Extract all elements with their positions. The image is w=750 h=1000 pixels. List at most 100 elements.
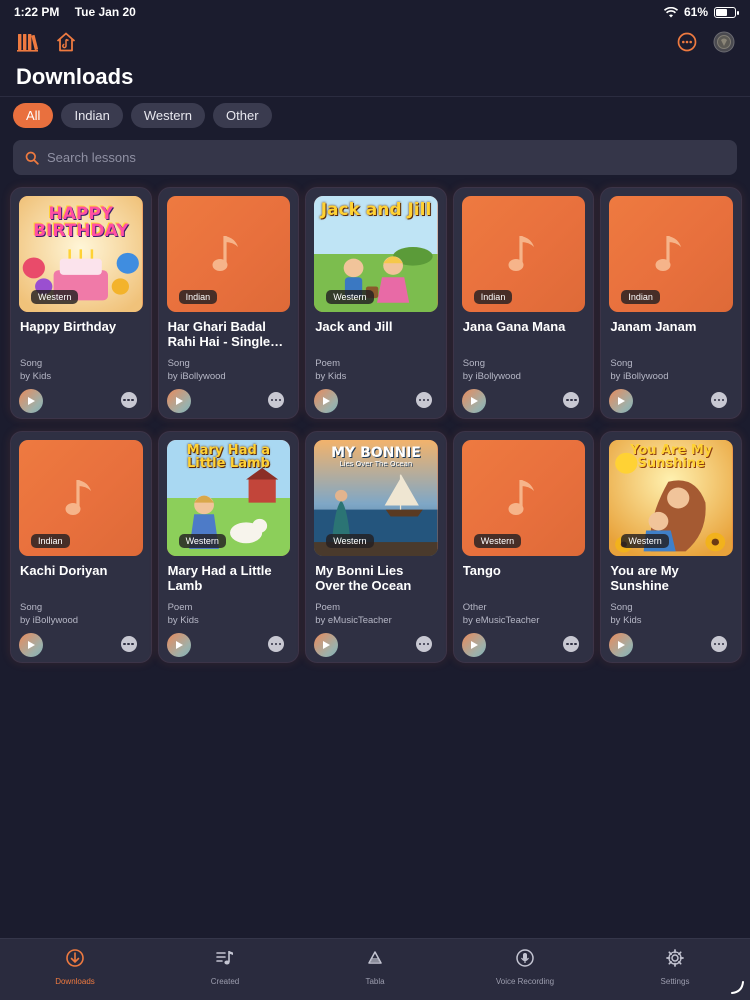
- more-options-button[interactable]: [268, 392, 285, 408]
- lesson-card[interactable]: MY BONNIE Lies Over The Ocean Western My Bo…: [305, 431, 447, 663]
- cover-title-text: Jack and Jill: [320, 200, 432, 220]
- lesson-card[interactable]: Jack and Jill Western Jack and Jill Poem by …: [305, 187, 447, 419]
- play-button[interactable]: [314, 389, 339, 413]
- category-badge: Western: [473, 534, 522, 548]
- microphone-icon: [515, 948, 535, 973]
- toolbar: [0, 30, 750, 56]
- play-icon: [470, 641, 478, 649]
- lesson-title: You are My Sunshine: [610, 563, 679, 593]
- play-icon: [618, 641, 626, 649]
- play-icon: [618, 397, 626, 405]
- lesson-artwork: Indian: [461, 196, 586, 312]
- lesson-author: by Kids: [315, 371, 347, 382]
- play-button[interactable]: [19, 633, 43, 657]
- divider: [0, 96, 750, 97]
- lesson-card[interactable]: Western Tango Other by eMusicTeacher: [452, 431, 595, 663]
- status-date: Tue Jan 20: [74, 5, 136, 19]
- lesson-card[interactable]: You Are My Sunshine Western You are My Sun…: [600, 431, 742, 663]
- tab-settings[interactable]: Settings: [600, 939, 750, 1000]
- filter-chip-indian[interactable]: Indian: [61, 103, 123, 128]
- category-badge: Western: [326, 534, 374, 548]
- play-button[interactable]: [314, 633, 339, 657]
- category-badge: Indian: [473, 290, 513, 304]
- more-options-button[interactable]: [563, 636, 580, 652]
- filter-chip-western[interactable]: Western: [130, 103, 206, 128]
- tab-label: Voice Recording: [495, 977, 555, 986]
- lesson-type: Poem: [315, 358, 341, 369]
- lesson-card[interactable]: Mary Had a Little Lamb Western Mary Had a …: [157, 431, 300, 663]
- lesson-artwork: Mary Had a Little Lamb Western: [166, 440, 291, 556]
- tabla-icon: [365, 948, 385, 973]
- lesson-card[interactable]: Indian Jana Gana Mana Song by iBollywood: [452, 187, 595, 419]
- lesson-card[interactable]: Indian Har Ghari Badal Rahi Hai - Single……: [157, 187, 300, 419]
- lesson-author: by iBollywood: [462, 371, 521, 382]
- play-button[interactable]: [166, 633, 191, 657]
- more-options-button[interactable]: [120, 636, 137, 652]
- lesson-type: Song: [20, 602, 43, 613]
- more-options-button[interactable]: [711, 392, 727, 408]
- tab-voice-recording[interactable]: Voice Recording: [450, 939, 600, 1000]
- tab-label: Tabla: [365, 977, 385, 986]
- play-icon: [323, 641, 331, 649]
- tab-downloads[interactable]: Downloads: [0, 939, 150, 1000]
- avatar[interactable]: [712, 30, 736, 54]
- music-list-icon: [215, 948, 235, 973]
- lesson-card[interactable]: HAPPY BIRTHDAY Western Happy Birthday Song b…: [10, 187, 152, 419]
- more-options-button[interactable]: [563, 392, 580, 408]
- play-icon: [470, 397, 478, 405]
- more-options-button[interactable]: [711, 636, 727, 652]
- lesson-author: by Kids: [167, 615, 199, 626]
- lesson-author: by Kids: [20, 371, 52, 382]
- lesson-author: by Kids: [610, 615, 642, 626]
- cover-subtitle-text: Lies Over The Ocean: [339, 460, 413, 468]
- play-button[interactable]: [609, 633, 634, 657]
- lesson-title: My Bonni Lies Over the Ocean: [315, 563, 412, 593]
- lesson-card[interactable]: Indian Janam Janam Song by iBollywood: [600, 187, 742, 419]
- filter-chip-all[interactable]: All: [13, 103, 54, 128]
- filter-chip-other[interactable]: Other: [213, 103, 272, 128]
- more-options-button[interactable]: [415, 392, 432, 408]
- more-options-button[interactable]: [268, 636, 285, 652]
- lesson-artwork: MY BONNIE Lies Over The Ocean Western: [314, 440, 438, 556]
- resize-corner-icon: [731, 981, 744, 994]
- lesson-author: by eMusicTeacher: [462, 615, 540, 626]
- search-input[interactable]: [47, 150, 707, 165]
- play-icon: [323, 397, 331, 405]
- category-badge: Western: [621, 534, 669, 548]
- play-button[interactable]: [166, 389, 191, 413]
- category-badge: Western: [178, 534, 226, 548]
- category-badge: Western: [31, 290, 79, 304]
- search-bar[interactable]: [13, 140, 737, 175]
- lesson-type: Other: [462, 602, 487, 613]
- music-note-icon: [65, 480, 91, 515]
- lesson-card[interactable]: Indian Kachi Doriyan Song by iBollywood: [10, 431, 152, 663]
- tab-label: Settings: [660, 977, 690, 986]
- play-button[interactable]: [19, 389, 43, 413]
- download-circle-icon: [65, 948, 85, 973]
- tab-label: Created: [210, 977, 240, 986]
- more-options-button[interactable]: [415, 636, 432, 652]
- tab-created[interactable]: Created: [150, 939, 300, 1000]
- play-button[interactable]: [609, 389, 634, 413]
- lesson-title: Har Ghari Badal Rahi Hai - Single…: [167, 319, 284, 349]
- lesson-type: Song: [462, 358, 485, 369]
- ellipsis-circle-icon[interactable]: [675, 30, 699, 54]
- lesson-artwork: Indian: [19, 440, 143, 556]
- lesson-title: Janam Janam: [610, 319, 697, 334]
- lesson-author: by eMusicTeacher: [315, 615, 392, 626]
- category-badge: Indian: [31, 534, 70, 548]
- lesson-author: by iBollywood: [167, 371, 226, 382]
- play-button[interactable]: [461, 633, 486, 657]
- cover-title-text: HAPPY BIRTHDAY: [33, 204, 129, 241]
- tab-tabla[interactable]: Tabla: [300, 939, 450, 1000]
- filter-chips: All Indian Western Other: [13, 103, 272, 128]
- library-icon[interactable]: [16, 30, 40, 54]
- lesson-type: Song: [610, 602, 633, 613]
- play-button[interactable]: [461, 389, 486, 413]
- lesson-grid: HAPPY BIRTHDAY Western Happy Birthday Song b…: [10, 187, 742, 663]
- more-options-button[interactable]: [120, 392, 137, 408]
- home-icon[interactable]: [54, 30, 78, 54]
- lesson-artwork: Indian: [609, 196, 733, 312]
- gear-icon: [665, 948, 685, 973]
- lesson-type: Song: [610, 358, 633, 369]
